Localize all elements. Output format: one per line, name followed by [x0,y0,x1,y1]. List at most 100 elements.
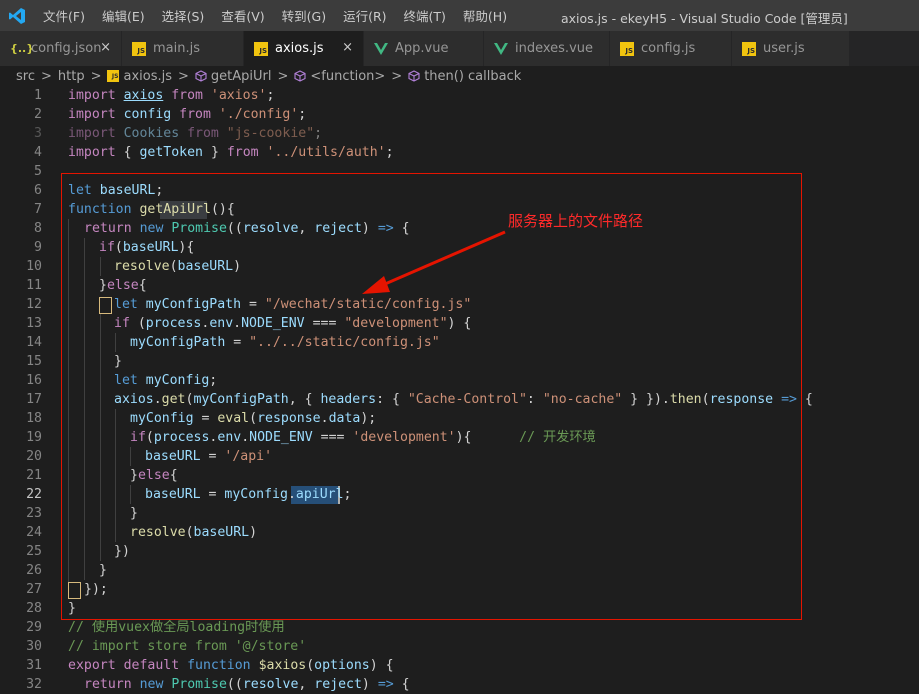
line-number: 29 [26,620,42,635]
js-file-icon: JS [132,41,146,56]
code-text: import Cookies from "js-cookie"; [68,126,323,141]
tab-label: main.js [153,41,200,56]
line-number: 14 [26,335,42,350]
code-text: // 使用vuex做全局loading时使用 [68,620,285,635]
menu-bar: 文件(F) 编辑(E) 选择(S) 查看(V) 转到(G) 运行(R) 终端(T… [43,0,524,31]
breadcrumb-separator: > [40,68,52,84]
tab-label: config.json [31,41,102,56]
line-number: 13 [26,316,42,331]
code-line: 4 import { getToken } from '../utils/auth… [0,143,919,162]
code-line: 1 import axios from 'axios'; [0,86,919,105]
menu-run[interactable]: 运行(R) [343,6,386,25]
line-number: 22 [26,487,42,502]
line-number: 16 [26,373,42,388]
method-cube-icon [294,70,306,82]
menu-go[interactable]: 转到(G) [282,6,326,25]
menu-selection[interactable]: 选择(S) [162,6,205,25]
breadcrumb-callback[interactable]: then() callback [408,69,521,84]
menu-terminal[interactable]: 终端(T) [404,6,446,25]
breadcrumb-file[interactable]: JS axios.js [107,69,172,84]
breadcrumb: src > http > JS axios.js > getApiUrl > <f… [0,66,919,86]
line-number: 6 [34,183,42,198]
line-number: 15 [26,354,42,369]
editor-tabs: {..} config.json × JS main.js JS axios.j… [0,31,919,66]
tab-label: user.js [763,41,805,56]
line-number: 2 [34,107,42,122]
breadcrumb-file-label: axios.js [123,68,172,84]
code-text: import { getToken } from '../utils/auth'… [68,145,394,160]
vscode-logo-icon [9,8,25,24]
vue-file-icon [374,42,388,56]
annotation-highlight-box [61,173,802,620]
line-number: 8 [34,221,42,236]
line-number: 21 [26,468,42,483]
tab-label: axios.js [275,41,324,56]
breadcrumb-getapiurl-label: getApiUrl [210,68,272,84]
code-line: 3 import Cookies from "js-cookie"; [0,124,919,143]
close-icon[interactable]: × [342,41,353,55]
breadcrumb-callback-label: then() callback [424,68,522,84]
line-number: 7 [34,202,42,217]
line-number: 25 [26,544,42,559]
breadcrumb-separator: > [277,68,289,84]
code-text: export default function $axios(options) … [68,658,394,673]
breadcrumb-separator: > [90,68,102,84]
line-number: 17 [26,392,42,407]
line-number: 18 [26,411,42,426]
breadcrumb-getapiurl[interactable]: getApiUrl [195,68,272,84]
line-number: 10 [26,259,42,274]
line-number: 27 [26,582,42,597]
menu-file[interactable]: 文件(F) [43,6,85,25]
json-file-icon: {..} [10,42,35,55]
tab-config-js[interactable]: JS config.js [610,31,732,66]
tab-main-js[interactable]: JS main.js [122,31,244,66]
menu-view[interactable]: 查看(V) [221,6,264,25]
line-number: 5 [34,164,42,179]
line-number: 28 [26,601,42,616]
js-file-icon: JS [742,41,756,56]
js-file-icon: JS [107,70,120,82]
method-cube-icon [408,70,420,82]
tab-label: App.vue [395,41,449,56]
breadcrumb-function-label: <function> [310,68,386,84]
code-line: 31 export default function $axios(options… [0,656,919,675]
js-file-icon: JS [254,41,268,56]
line-number: 11 [26,278,42,293]
line-number: 1 [34,88,42,103]
code-text: import axios from 'axios'; [68,88,275,103]
line-number: 20 [26,449,42,464]
line-number: 4 [34,145,42,160]
line-number: 30 [26,639,42,654]
breadcrumb-http[interactable]: http [58,69,85,84]
title-bar: 文件(F) 编辑(E) 选择(S) 查看(V) 转到(G) 运行(R) 终端(T… [0,0,919,31]
tab-axios-js[interactable]: JS axios.js × [244,31,364,66]
line-number: 24 [26,525,42,540]
code-line: 2 import config from './config'; [0,105,919,124]
line-number: 31 [26,658,42,673]
js-file-icon: JS [620,41,634,56]
line-number: 23 [26,506,42,521]
line-number: 19 [26,430,42,445]
method-cube-icon [195,70,207,82]
window-title: axios.js - ekeyH5 - Visual Studio Code [… [561,11,848,26]
code-line: 30 // import store from '@/store' [0,637,919,656]
tab-user-js[interactable]: JS user.js [732,31,850,66]
breadcrumb-src[interactable]: src [16,69,35,84]
breadcrumb-separator: > [178,68,189,84]
code-line: 29 // 使用vuex做全局loading时使用 [0,618,919,637]
tab-label: config.js [641,41,696,56]
annotation-text: 服务器上的文件路径 [508,212,644,230]
line-number: 3 [34,126,42,141]
tab-app-vue[interactable]: App.vue [364,31,484,66]
menu-edit[interactable]: 编辑(E) [102,6,145,25]
code-text: // import store from '@/store' [68,639,307,654]
breadcrumb-function[interactable]: <function> [294,69,385,84]
tab-indexes-vue[interactable]: indexes.vue [484,31,610,66]
close-icon[interactable]: × [100,41,111,55]
menu-help[interactable]: 帮助(H) [463,6,507,25]
tab-config-json[interactable]: {..} config.json × [0,31,122,66]
breadcrumb-separator: > [391,68,403,84]
line-number: 9 [34,240,42,255]
code-text: import config from './config'; [68,107,307,122]
tab-label: indexes.vue [515,41,593,56]
